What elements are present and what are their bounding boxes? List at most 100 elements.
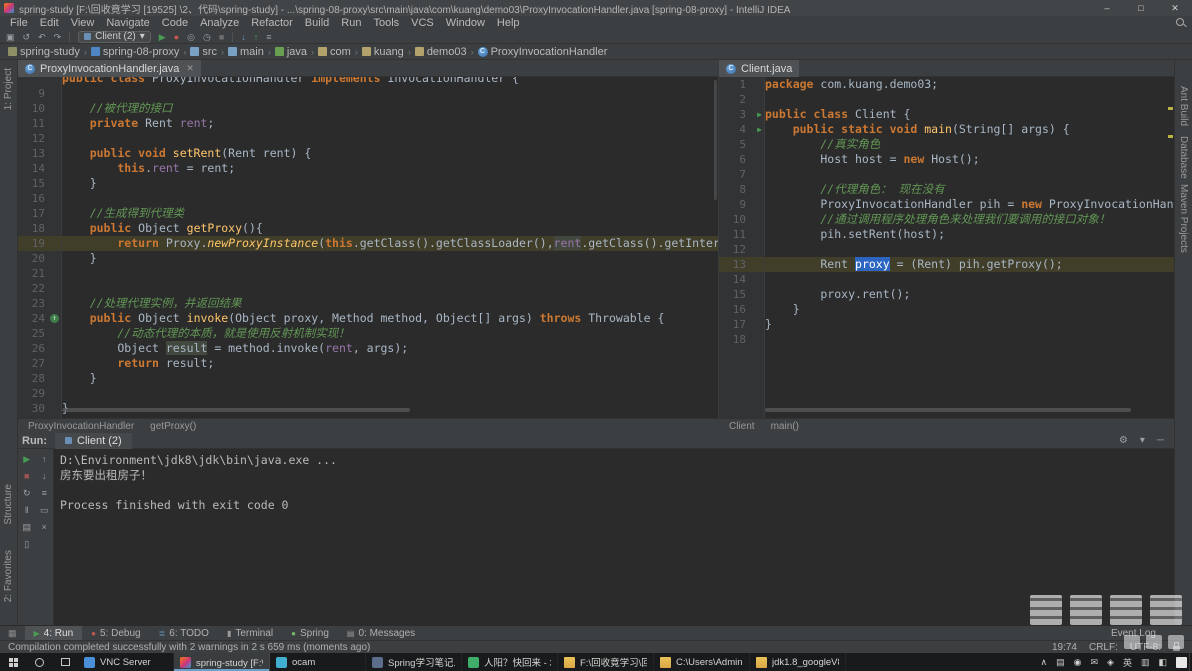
gutter-line[interactable]: 16 xyxy=(18,191,61,206)
breadcrumb-item-com[interactable]: com xyxy=(316,46,353,58)
task-view-button[interactable] xyxy=(52,653,78,671)
breadcrumb-item-spring-08-proxy[interactable]: spring-08-proxy xyxy=(89,46,181,58)
start-button[interactable] xyxy=(0,653,26,671)
menu-build[interactable]: Build xyxy=(299,17,335,29)
tray-icon-c[interactable]: ✉ xyxy=(1090,657,1098,668)
code-line[interactable]: ProxyInvocationHandler pih = new ProxyIn… xyxy=(765,197,1174,212)
taskbar-app-jdk1-8-googlev8-y[interactable]: jdk1.8_googleV8 y... xyxy=(750,653,846,671)
gutter-line[interactable]: 14 xyxy=(719,272,764,287)
code-line[interactable]: this.rent = rent; xyxy=(62,161,718,176)
code-line[interactable]: //处理代理实例，并返回结果 xyxy=(62,296,718,311)
gutter-line[interactable]: 17 xyxy=(719,317,764,332)
editor-gutter[interactable]: 9 10 11 12 13 14 15 16 17 18 19 20 21 22 23 24 ↑ 25 26 27 28… xyxy=(18,77,62,418)
tray-icon-f[interactable]: ◧ xyxy=(1158,657,1167,668)
gutter-line[interactable]: 9 xyxy=(18,86,61,101)
tool-button-2-favorites[interactable]: 2: Favorites xyxy=(3,550,14,602)
code-line[interactable] xyxy=(62,281,718,296)
tab-client[interactable]: Client.java xyxy=(719,60,800,77)
code-line[interactable]: public class Client { xyxy=(765,107,1174,122)
gutter-line[interactable]: 11 xyxy=(18,116,61,131)
hide-icon[interactable]: ─ xyxy=(1157,435,1164,446)
menu-analyze[interactable]: Analyze xyxy=(194,17,245,29)
menu-edit[interactable]: Edit xyxy=(34,17,65,29)
restart-icon[interactable]: ↻ xyxy=(23,488,31,498)
gutter-line[interactable]: 10 xyxy=(18,101,61,116)
code-line[interactable] xyxy=(765,272,1174,287)
rerun-icon[interactable]: ▶ xyxy=(23,454,30,464)
gutter-line[interactable]: 4 ▶ xyxy=(719,122,764,137)
toolwindow-button-terminal[interactable]: ▮ Terminal xyxy=(218,626,282,640)
gutter-line[interactable]: 23 xyxy=(18,296,61,311)
gutter-line[interactable]: 3 ▶ xyxy=(719,107,764,122)
code-line[interactable] xyxy=(62,131,718,146)
run-configuration-select[interactable]: Client (2) ▾ xyxy=(78,30,151,43)
menu-window[interactable]: Window xyxy=(440,17,491,29)
maximize-button[interactable]: □ xyxy=(1124,0,1158,16)
code-line[interactable]: public Object invoke(Object proxy, Metho… xyxy=(62,311,718,326)
run-icon[interactable]: ▶ xyxy=(159,30,166,44)
action-center-button[interactable] xyxy=(1173,653,1189,671)
breadcrumb-class[interactable]: Client xyxy=(729,421,755,432)
minimize-button[interactable]: – xyxy=(1090,0,1124,16)
gutter-line[interactable]: 12 xyxy=(719,242,764,257)
update-project-icon[interactable]: ↓ xyxy=(241,30,246,44)
gutter-line[interactable]: 13 xyxy=(719,257,764,272)
tool-button-ant-build[interactable]: Ant Build xyxy=(1178,86,1189,126)
language-indicator[interactable]: 英 xyxy=(1123,656,1132,669)
code-line[interactable]: public void setRent(Rent rent) { xyxy=(62,146,718,161)
breadcrumb-item-main[interactable]: main xyxy=(226,46,266,58)
breadcrumb-item-java[interactable]: java xyxy=(273,46,309,58)
lock-icon[interactable] xyxy=(1173,642,1180,651)
gutter-line[interactable]: 11 xyxy=(719,227,764,242)
code-line[interactable]: } xyxy=(62,371,718,386)
changes-icon[interactable]: ≡ xyxy=(266,30,271,44)
gutter-line[interactable]: 9 xyxy=(719,197,764,212)
code-line[interactable]: proxy.rent(); xyxy=(765,287,1174,302)
code-line[interactable]: Host host = new Host(); xyxy=(765,152,1174,167)
code-line[interactable]: public static void main(String[] args) { xyxy=(765,122,1174,137)
gutter-line[interactable]: 29 xyxy=(18,386,61,401)
sync-icon[interactable]: ↺ xyxy=(23,30,31,44)
menu-view[interactable]: View xyxy=(65,17,101,29)
code-line[interactable]: //代理角色： 现在没有 xyxy=(765,182,1174,197)
soft-wrap-icon[interactable]: ≡ xyxy=(42,488,47,498)
code-line[interactable]: Rent proxy = (Rent) pih.getProxy(); xyxy=(765,257,1174,272)
menu-tools[interactable]: Tools xyxy=(367,17,405,29)
code-line[interactable]: } xyxy=(765,302,1174,317)
gutter-line[interactable]: 1 xyxy=(719,77,764,92)
gutter-line[interactable]: 10 xyxy=(719,212,764,227)
code-line[interactable]: //通过调用程序处理角色来处理我们要调用的接口对象！ xyxy=(765,212,1174,227)
debug-icon[interactable]: ● xyxy=(174,30,179,44)
caret-position[interactable]: 19:74 xyxy=(1052,642,1077,653)
gutter-line[interactable]: 5 xyxy=(719,137,764,152)
tool-button-structure[interactable]: Structure xyxy=(3,484,14,525)
gutter-line[interactable]: 30 xyxy=(18,401,61,416)
gutter-line[interactable]: 6 xyxy=(719,152,764,167)
menu-run[interactable]: Run xyxy=(335,17,367,29)
menu-navigate[interactable]: Navigate xyxy=(100,17,155,29)
toolwindow-button-6-todo[interactable]: ≣ 6: TODO xyxy=(150,626,218,640)
pause-output-icon[interactable]: ‖ xyxy=(25,505,29,515)
code-line[interactable] xyxy=(62,191,718,206)
close-console-icon[interactable]: × xyxy=(42,522,47,532)
code-line[interactable]: public class ProxyInvocationHandler impl… xyxy=(62,77,718,86)
toolwindow-button-spring[interactable]: ● Spring xyxy=(282,626,338,640)
gutter-line[interactable]: 13 xyxy=(18,146,61,161)
encoding-indicator[interactable]: UTF-8: xyxy=(1130,642,1161,653)
close-icon[interactable]: ✕ xyxy=(184,63,194,74)
code-line[interactable] xyxy=(62,386,718,401)
tool-button-database[interactable]: Database xyxy=(1178,136,1189,179)
taskbar-app-vnc-server[interactable]: VNC Server xyxy=(78,653,174,671)
stop-icon[interactable]: ■ xyxy=(219,30,224,44)
settings-icon[interactable]: ⚙ xyxy=(1119,435,1128,446)
tray-icon-d[interactable]: ◈ xyxy=(1107,657,1114,668)
save-all-icon[interactable]: ▣ xyxy=(6,30,15,44)
code-line[interactable]: package com.kuang.demo03; xyxy=(765,77,1174,92)
editor-code[interactable]: public class ProxyInvocationHandler impl… xyxy=(62,77,718,418)
breadcrumb-method[interactable]: main() xyxy=(771,421,799,432)
code-line[interactable]: } xyxy=(765,317,1174,332)
editor-body[interactable]: 9 10 11 12 13 14 15 16 17 18 19 20 21 22 23 24 ↑ 25 26 27 28… xyxy=(18,77,718,418)
menu-refactor[interactable]: Refactor xyxy=(245,17,299,29)
gutter-line[interactable]: 18 xyxy=(719,332,764,347)
gutter-line[interactable]: 15 xyxy=(18,176,61,191)
